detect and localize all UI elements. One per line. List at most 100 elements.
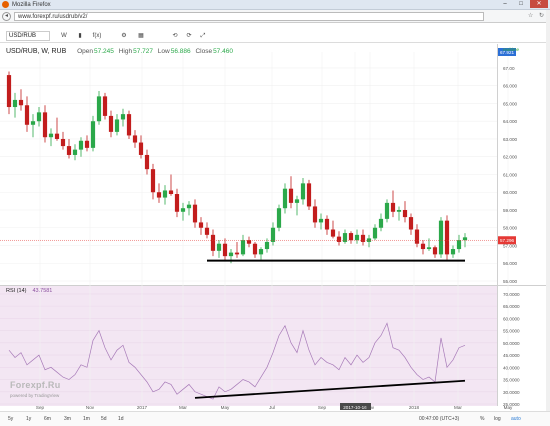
- time-tick-label: May: [221, 405, 230, 410]
- candle-body: [234, 252, 240, 255]
- candle-body: [306, 183, 312, 207]
- candle-body: [438, 220, 444, 255]
- price-tick-label: 65.000: [503, 101, 517, 106]
- candle-body: [12, 99, 18, 108]
- window-controls: – □ ✕: [498, 0, 548, 9]
- price-tick-label: 62.000: [503, 155, 517, 160]
- time-tick-label: Sep: [318, 405, 327, 410]
- candle-body: [174, 194, 180, 212]
- time-tick-label: May: [504, 405, 513, 410]
- price-tick-label: 59.000: [503, 208, 517, 213]
- powered-by-text: powered by TradingView: [10, 393, 60, 398]
- price-tick-label: 60.000: [503, 190, 517, 195]
- minimize-button[interactable]: –: [498, 0, 512, 8]
- redo-icon[interactable]: ⟳: [184, 31, 194, 41]
- candle-body: [78, 140, 84, 150]
- candle-body: [372, 227, 378, 239]
- rsi-tick-label: 60.0000: [503, 316, 520, 321]
- candle-body: [36, 112, 42, 122]
- candle-body: [414, 229, 420, 244]
- percent-toggle[interactable]: %: [480, 416, 484, 422]
- rsi-tick-label: 30.0000: [503, 390, 520, 395]
- range-1m[interactable]: 1m: [83, 416, 90, 422]
- candle-body: [420, 243, 426, 250]
- auto-toggle[interactable]: auto: [511, 416, 521, 422]
- close-button[interactable]: ✕: [530, 0, 548, 8]
- candle-body: [72, 149, 78, 155]
- range-6m[interactable]: 6m: [44, 416, 51, 422]
- candle-body: [192, 204, 198, 223]
- chart-canvas[interactable]: 67.00 66.000 65.000 64.000 63.000 62.000 61.00…: [0, 44, 550, 426]
- candle-body: [216, 243, 222, 251]
- candle-body: [288, 188, 294, 203]
- symbol-input[interactable]: USD/RUB: [6, 31, 50, 41]
- candle-body: [318, 218, 324, 223]
- candle-body: [84, 140, 90, 148]
- price-tick-label: 61.000: [503, 172, 517, 177]
- range-5d[interactable]: 5d: [101, 416, 107, 422]
- candle-body: [114, 119, 120, 132]
- candle-body: [108, 115, 114, 132]
- log-toggle[interactable]: log: [494, 416, 501, 422]
- candle-body: [408, 217, 414, 230]
- templates-icon[interactable]: ▦: [136, 31, 146, 41]
- candle-body: [102, 96, 108, 116]
- realtime-badge: realtime: [503, 47, 520, 52]
- time-tick-label: Mar: [179, 405, 187, 410]
- legend-high-label: High: [118, 48, 133, 55]
- candle-body: [402, 209, 408, 218]
- candle-body: [138, 142, 144, 155]
- candle-body: [42, 112, 48, 138]
- candle-body: [156, 192, 162, 198]
- candle-body: [204, 227, 210, 235]
- maximize-button[interactable]: □: [514, 0, 528, 8]
- candle-body: [252, 243, 258, 255]
- bar-style-icon[interactable]: ▮: [75, 31, 85, 41]
- candle-body: [360, 234, 366, 242]
- fullscreen-icon[interactable]: ⤢: [198, 31, 208, 41]
- time-tick-label: 2018: [409, 405, 420, 410]
- price-tick-label: 56.000: [503, 261, 517, 266]
- candle-body: [246, 240, 252, 244]
- interval-select[interactable]: W: [58, 31, 70, 41]
- indicators-button[interactable]: f(x): [90, 31, 104, 41]
- candle-body: [18, 99, 24, 106]
- settings-icon[interactable]: ⚙: [119, 31, 129, 41]
- address-field[interactable]: www.forexpf.ru/usdrub/v2/: [14, 12, 484, 21]
- candle-body: [270, 227, 276, 242]
- rsi-tick-label: 45.0000: [503, 353, 520, 358]
- candle-body: [168, 190, 174, 195]
- candle-body: [384, 202, 390, 219]
- candle-body: [348, 233, 354, 241]
- window-titlebar: Mozilla Firefox – □ ✕: [0, 0, 550, 10]
- candle-body: [240, 240, 246, 255]
- undo-icon[interactable]: ⟲: [170, 31, 180, 41]
- rsi-legend: RSI (14) 43.7581: [6, 288, 52, 294]
- range-1y[interactable]: 1y: [26, 416, 31, 422]
- range-5y[interactable]: 5y: [8, 416, 13, 422]
- candle-body: [330, 229, 336, 237]
- candle-body: [228, 252, 234, 257]
- candle-body: [342, 233, 348, 242]
- firefox-icon: [2, 1, 9, 8]
- star-icon[interactable]: ☆ ↻: [528, 12, 546, 19]
- legend-close-value: 57.460: [213, 48, 233, 55]
- candle-body: [294, 199, 300, 203]
- candle-body: [450, 249, 456, 255]
- rsi-tick-label: 55.0000: [503, 329, 520, 334]
- price-tick-label: 64.000: [503, 119, 517, 124]
- rsi-background: [0, 286, 497, 406]
- scrollbar[interactable]: [546, 10, 550, 411]
- candle-body: [462, 237, 468, 241]
- price-tick-label: 63.000: [503, 137, 517, 142]
- watermark-logo: Forexpf.Ru: [10, 380, 61, 390]
- candle-body: [336, 236, 342, 242]
- candle-body: [456, 240, 462, 250]
- back-button[interactable]: ◂: [2, 12, 11, 21]
- range-1d[interactable]: 1d: [118, 416, 124, 422]
- candle-body: [48, 133, 54, 138]
- range-3m[interactable]: 3m: [64, 416, 71, 422]
- legend-high-value: 57.727: [133, 48, 153, 55]
- price-tick-label: 55.000: [503, 279, 517, 284]
- candle-body: [282, 188, 288, 209]
